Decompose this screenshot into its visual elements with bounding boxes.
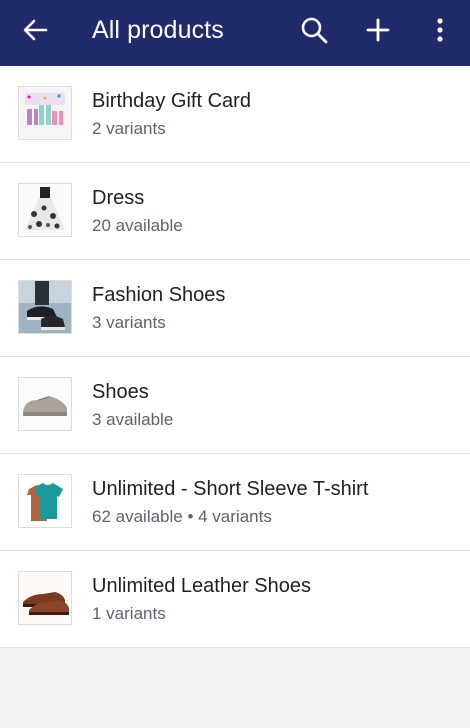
product-detail: 2 variants bbox=[92, 119, 166, 138]
plus-icon[interactable] bbox=[364, 16, 392, 44]
list-bottom-space bbox=[0, 648, 470, 728]
leather-shoes-image bbox=[18, 571, 72, 625]
product-name: Birthday Gift Card bbox=[92, 90, 251, 112]
list-item[interactable]: Unlimited Leather Shoes 1 variants bbox=[0, 551, 470, 648]
product-detail: 1 variants bbox=[92, 604, 166, 623]
product-name: Dress bbox=[92, 187, 145, 209]
grey-shoe-image bbox=[18, 377, 72, 431]
dress-image bbox=[18, 183, 72, 237]
app-bar: All products bbox=[0, 0, 470, 66]
list-item[interactable]: Dress 20 available bbox=[0, 163, 470, 260]
list-item[interactable]: Fashion Shoes 3 variants bbox=[0, 260, 470, 357]
fashion-shoes-image bbox=[18, 280, 72, 334]
list-item[interactable]: Birthday Gift Card 2 variants bbox=[0, 66, 470, 163]
more-vert-icon[interactable] bbox=[430, 16, 450, 44]
product-detail: 3 available bbox=[92, 410, 174, 429]
product-name: Fashion Shoes bbox=[92, 284, 226, 306]
product-detail: 3 variants bbox=[92, 313, 166, 332]
arrow-back-icon[interactable] bbox=[22, 17, 48, 43]
page-title: All products bbox=[92, 16, 224, 44]
list-item[interactable]: Shoes 3 available bbox=[0, 357, 470, 454]
product-name: Unlimited - Short Sleeve T-shirt bbox=[92, 478, 369, 500]
gift-card-image bbox=[18, 86, 72, 140]
product-name: Shoes bbox=[92, 381, 149, 403]
tshirt-image bbox=[18, 474, 72, 528]
product-detail: 62 available • 4 variants bbox=[92, 507, 272, 526]
list-item[interactable]: Unlimited - Short Sleeve T-shirt 62 avai… bbox=[0, 454, 470, 551]
product-name: Unlimited Leather Shoes bbox=[92, 575, 312, 597]
search-icon[interactable] bbox=[300, 16, 328, 44]
product-list: Birthday Gift Card 2 variants Dress 20 a… bbox=[0, 66, 470, 648]
product-detail: 20 available bbox=[92, 216, 183, 235]
